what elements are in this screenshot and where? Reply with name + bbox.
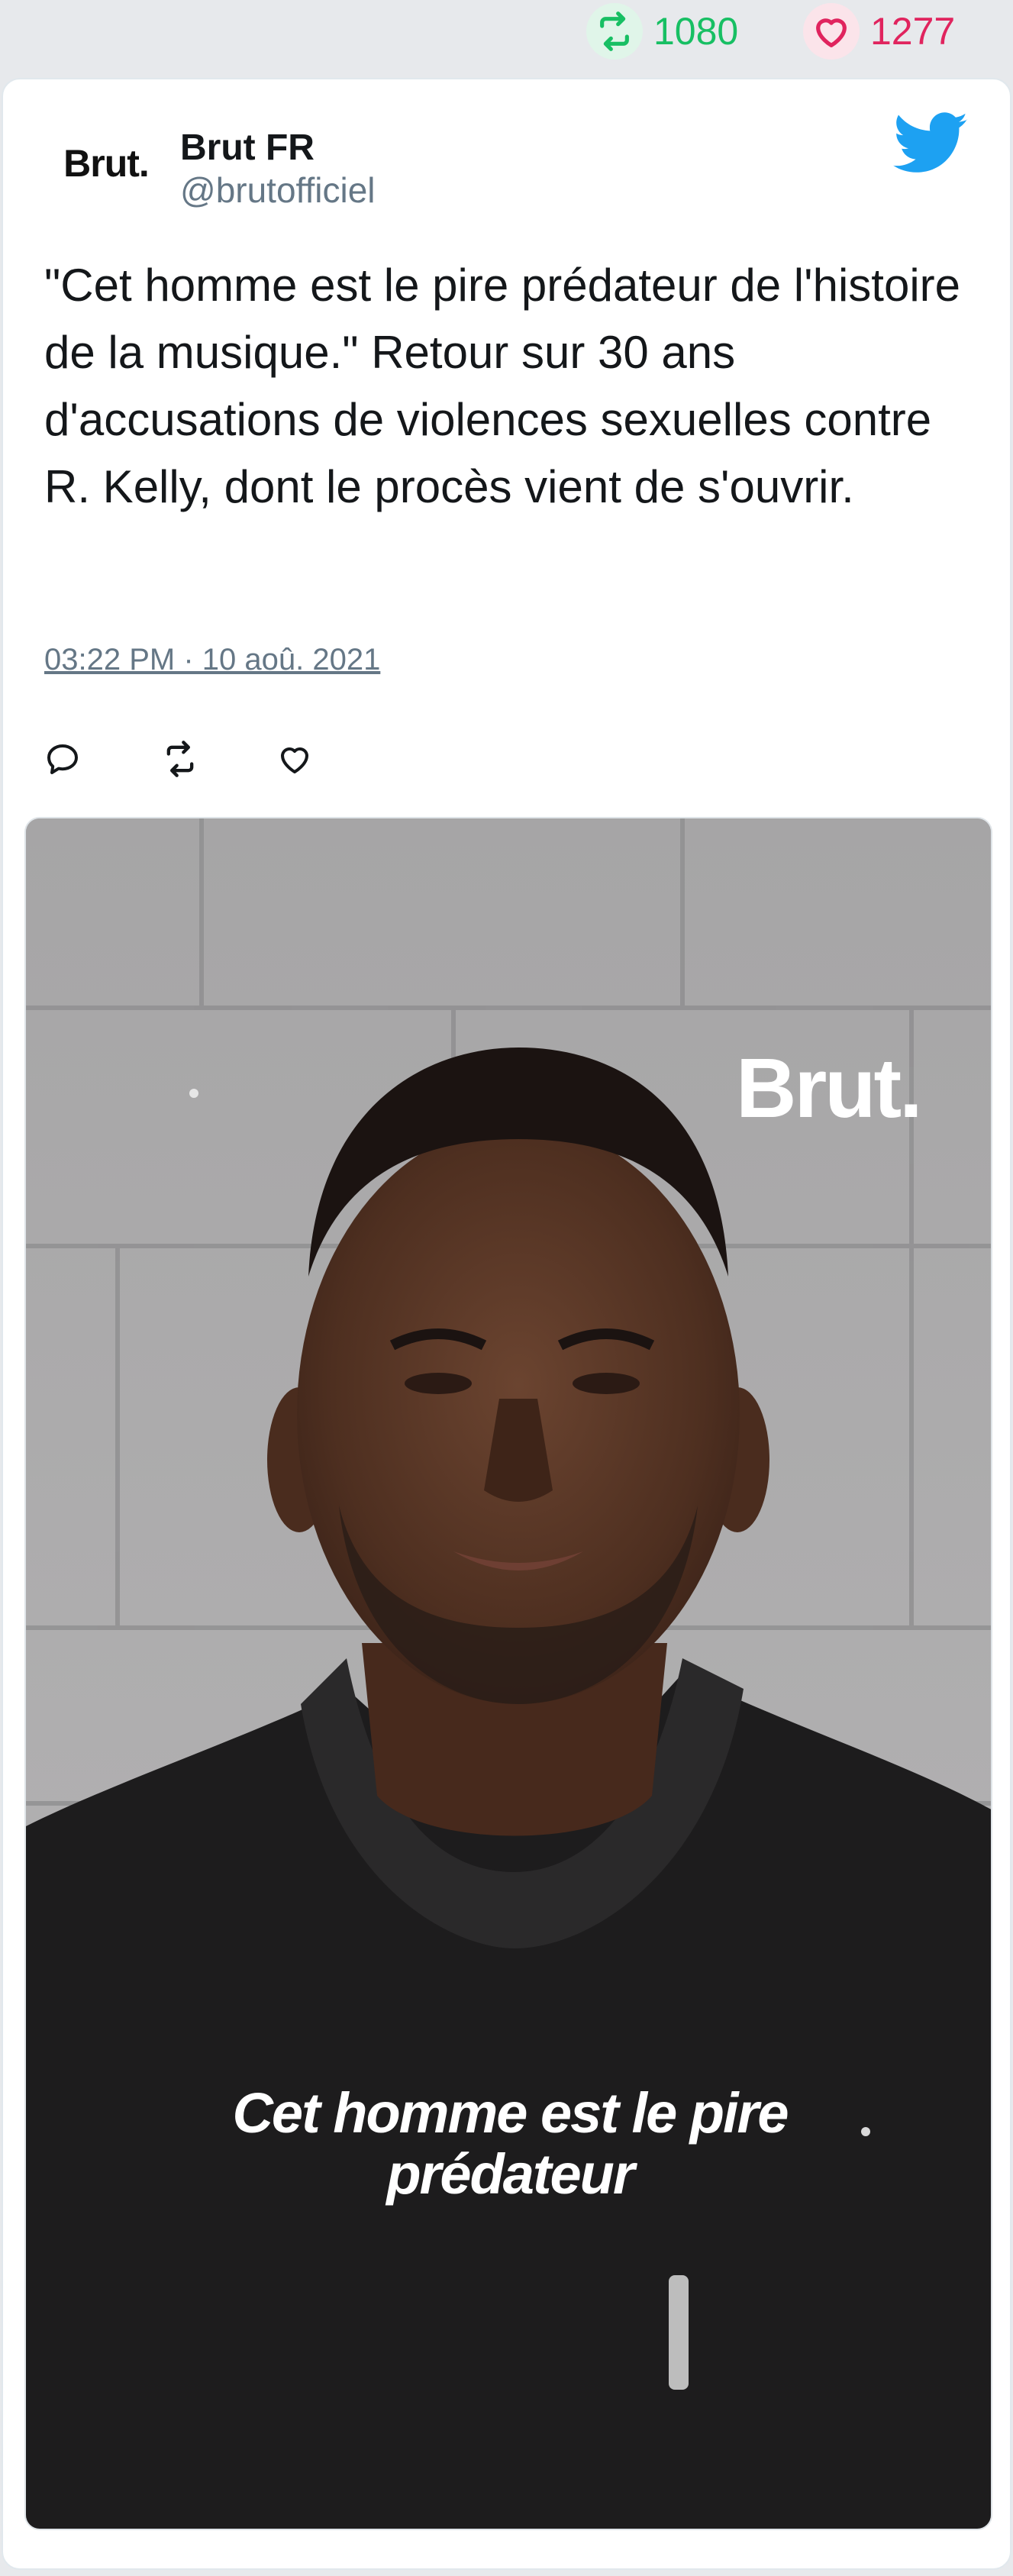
like-count-button[interactable]: 1277	[803, 3, 956, 60]
media-brut-logo: Brut.	[736, 1041, 923, 1135]
retweet-count: 1080	[653, 10, 739, 53]
tweet-stats-bar: 1080 1277	[0, 0, 1013, 69]
retweet-icon	[160, 739, 200, 783]
tweet-media-image[interactable]: Brut. Cet homme est le pire prédateur	[24, 817, 992, 2530]
user-handle[interactable]: @brutofficiel	[180, 169, 376, 211]
tweet-text: "Cet homme est le pire prédateur de l'hi…	[44, 260, 960, 512]
reply-icon	[44, 741, 81, 781]
tweet-actions	[44, 730, 392, 791]
tweet-timestamp-link[interactable]: 03:22 PM · 10 aoû. 2021	[44, 643, 380, 677]
avatar-logo-text: Brut.	[63, 142, 150, 185]
media-caption-line2: prédateur	[386, 2142, 634, 2206]
like-count: 1277	[870, 10, 956, 53]
reply-button[interactable]	[44, 730, 160, 791]
avatar[interactable]: Brut.	[34, 118, 179, 209]
tweet-card: Brut. Brut FR @brutofficiel "Cet homme e…	[2, 78, 1011, 2570]
heart-icon	[803, 3, 860, 60]
retweet-icon	[586, 3, 643, 60]
media-caption-line1: Cet homme est le pire	[232, 2081, 789, 2145]
like-button[interactable]	[276, 730, 392, 791]
retweet-count-button[interactable]: 1080	[586, 3, 739, 60]
retweet-button[interactable]	[160, 730, 276, 791]
media-caption: Cet homme est le pire prédateur	[26, 2081, 991, 2206]
heart-icon	[276, 741, 313, 781]
twitter-bird-icon[interactable]	[893, 111, 969, 180]
user-display-name[interactable]: Brut FR	[180, 127, 315, 169]
